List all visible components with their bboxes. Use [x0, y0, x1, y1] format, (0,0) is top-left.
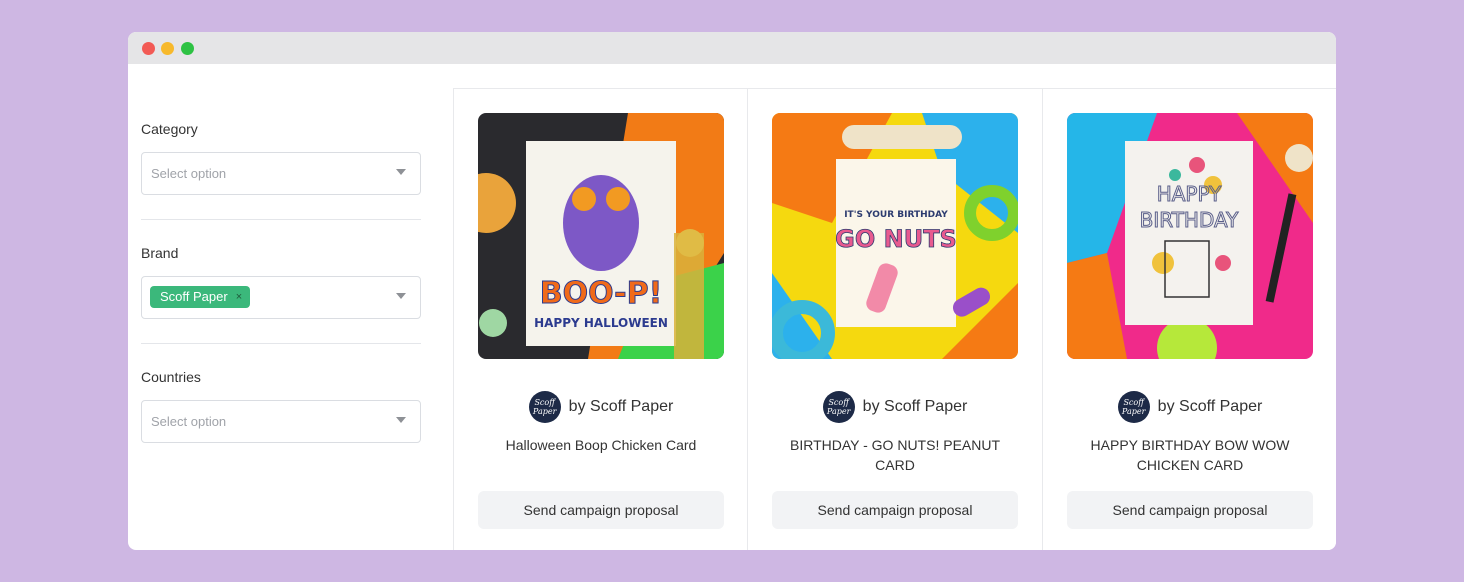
brand-label: Brand [141, 245, 179, 261]
chevron-down-icon [396, 417, 406, 423]
product-title: Halloween Boop Chicken Card [505, 437, 697, 453]
card-text-2: HAPPY HALLOWEEN [534, 316, 668, 330]
countries-placeholder: Select option [151, 414, 227, 429]
card-text-1: HAPPY [1157, 182, 1222, 206]
category-placeholder: Select option [151, 166, 227, 181]
category-select[interactable]: Select option [141, 152, 421, 195]
countries-label: Countries [141, 369, 201, 385]
chevron-down-icon [396, 293, 406, 299]
card-text-2: GO NUTS [835, 225, 957, 253]
product-card[interactable]: IT'S YOUR BIRTHDAY GO NUTS Scoff Paper b… [747, 89, 1042, 550]
divider [141, 343, 421, 344]
card-text-1: BOO-P! [540, 276, 663, 311]
birthday-nuts-card-image[interactable]: IT'S YOUR BIRTHDAY GO NUTS [772, 113, 1018, 359]
birthday-bowwow-card-image[interactable]: HAPPY BIRTHDAY [1067, 113, 1313, 359]
brand-tag-label: Scoff Paper [160, 289, 228, 304]
maximize-window-dot[interactable] [181, 42, 194, 55]
brand-name: by Scoff Paper [1157, 398, 1263, 415]
send-campaign-proposal-button[interactable]: Send campaign proposal [772, 491, 1018, 529]
brand-row: Scoff Paper by Scoff Paper [748, 391, 1042, 423]
chevron-down-icon [396, 169, 406, 175]
card-text-2: BIRTHDAY [1140, 208, 1239, 232]
product-card[interactable]: BOO-P! HAPPY HALLOWEEN Scoff Paper by Sc… [453, 89, 748, 550]
brand-tag: Scoff Paper × [150, 286, 251, 308]
send-campaign-proposal-button[interactable]: Send campaign proposal [478, 491, 724, 529]
halloween-card-image[interactable]: BOO-P! HAPPY HALLOWEEN [478, 113, 724, 359]
remove-tag-icon[interactable]: × [236, 286, 242, 308]
brand-name: by Scoff Paper [568, 398, 674, 415]
scoff-paper-logo-icon: Scoff Paper [528, 391, 561, 423]
card-text-1: IT'S YOUR BIRTHDAY [844, 210, 948, 220]
product-card[interactable]: HAPPY BIRTHDAY Scoff Paper by Scoff Pape… [1042, 89, 1336, 550]
app-window: Category Select option Brand Scoff Paper… [128, 32, 1336, 550]
close-window-dot[interactable] [142, 42, 155, 55]
brand-row: Scoff Paper by Scoff Paper [454, 391, 748, 423]
category-label: Category [141, 121, 198, 137]
product-grid: BOO-P! HAPPY HALLOWEEN Scoff Paper by Sc… [453, 88, 1336, 550]
scoff-paper-logo-icon: Scoff Paper [822, 391, 855, 423]
countries-select[interactable]: Select option [141, 400, 421, 443]
window-titlebar [128, 32, 1336, 64]
scoff-paper-logo-icon: Scoff Paper [1117, 391, 1150, 423]
brand-select[interactable]: Scoff Paper × [141, 276, 421, 319]
minimize-window-dot[interactable] [161, 42, 174, 55]
product-title: HAPPY BIRTHDAY BOW WOW CHICKEN CARD [1090, 437, 1290, 473]
brand-row: Scoff Paper by Scoff Paper [1043, 391, 1336, 423]
product-title: BIRTHDAY - GO NUTS! PEANUT CARD [789, 437, 1001, 473]
divider [141, 219, 421, 220]
brand-name: by Scoff Paper [862, 398, 968, 415]
send-campaign-proposal-button[interactable]: Send campaign proposal [1067, 491, 1313, 529]
